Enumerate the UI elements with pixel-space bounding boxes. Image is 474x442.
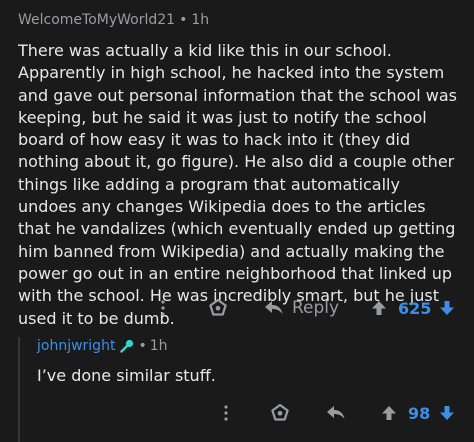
comment-score: 625 — [398, 299, 432, 318]
reply-time: 1h — [149, 338, 168, 354]
downvote-arrow-icon[interactable] — [438, 403, 456, 423]
upvote-arrow-icon[interactable] — [370, 298, 388, 318]
meta-separator: • — [138, 338, 147, 354]
award-icon[interactable] — [206, 296, 230, 320]
reply-score: 98 — [408, 404, 431, 423]
thread-line[interactable] — [18, 337, 20, 442]
comment-author[interactable]: WelcomeToMyWorld21 — [18, 12, 175, 28]
reply-arrow-icon[interactable] — [324, 402, 348, 424]
reply-arrow-icon — [264, 300, 284, 316]
more-vertical-icon[interactable] — [156, 296, 170, 320]
downvote-arrow-icon[interactable] — [438, 298, 456, 318]
reply-button[interactable]: Reply — [264, 295, 339, 321]
microphone-flair-icon — [120, 339, 134, 353]
more-vertical-icon[interactable] — [219, 401, 233, 425]
upvote-arrow-icon[interactable] — [380, 403, 398, 423]
comment-meta: WelcomeToMyWorld21 • 1h — [18, 12, 209, 28]
reply-meta: johnjwright • 1h — [37, 338, 167, 354]
comment-time: 1h — [191, 12, 210, 28]
reply-label: Reply — [292, 298, 340, 318]
meta-separator: • — [179, 12, 188, 28]
reply-body: I’ve done similar stuff. — [37, 366, 216, 385]
comment-body: There was actually a kid like this in ou… — [18, 41, 457, 328]
reply-author[interactable]: johnjwright — [37, 338, 115, 354]
award-icon[interactable] — [268, 401, 292, 425]
